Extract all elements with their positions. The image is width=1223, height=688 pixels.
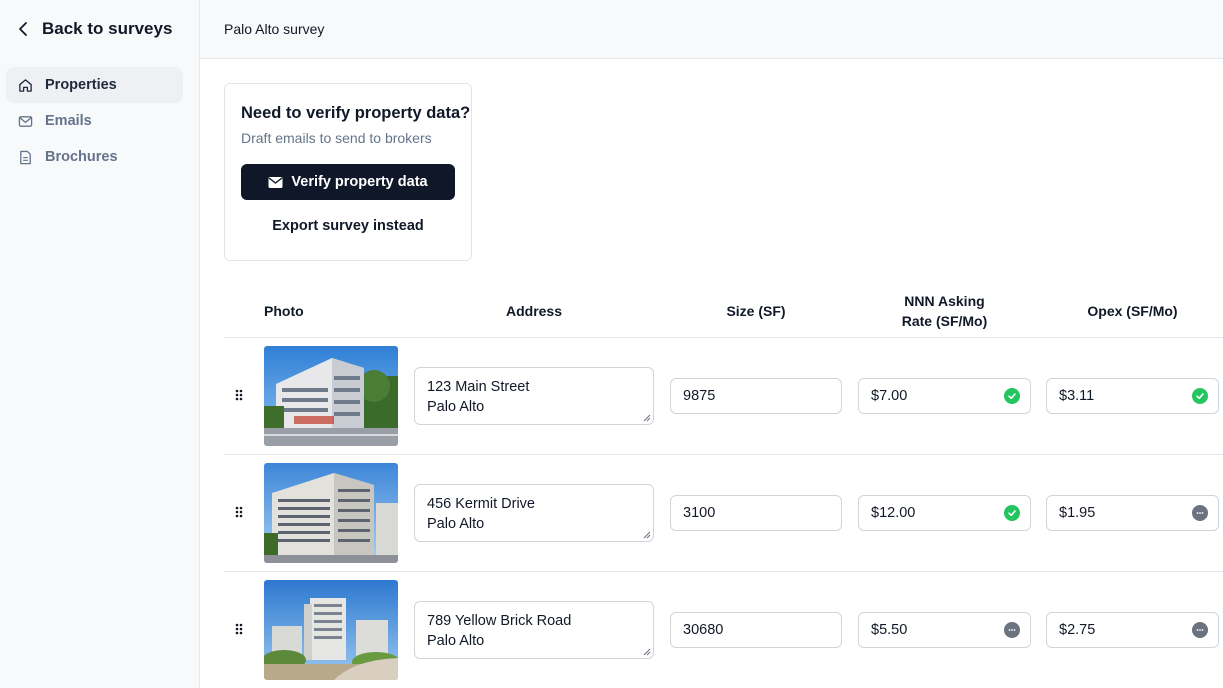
export-survey-button[interactable]: Export survey instead — [241, 218, 455, 234]
rate-input[interactable]: $5.50 — [858, 612, 1031, 648]
opex-input[interactable]: $3.11 — [1046, 378, 1219, 414]
table-row: 789 Yellow Brick Road Palo Alto 30680 $5… — [224, 572, 1223, 688]
address-textarea[interactable]: 789 Yellow Brick Road Palo Alto — [414, 601, 654, 659]
column-header-size: Size (SF) — [726, 303, 786, 319]
sidebar-item-label: Emails — [45, 113, 92, 129]
sidebar-item-brochures[interactable]: Brochures — [6, 139, 183, 175]
pending-more-icon — [1192, 505, 1208, 521]
sidebar-item-label: Brochures — [45, 149, 118, 165]
envelope-icon — [268, 176, 283, 188]
address-text: 456 Kermit Drive Palo Alto — [427, 496, 535, 532]
rate-input[interactable]: $12.00 — [858, 495, 1031, 531]
sidebar-nav: Properties Emails Brochures — [6, 67, 183, 175]
sidebar-item-emails[interactable]: Emails — [6, 103, 183, 139]
opex-input[interactable]: $2.75 — [1046, 612, 1219, 648]
opex-value: $2.75 — [1059, 622, 1096, 638]
rate-header-line1: NNN Asking — [904, 293, 985, 309]
back-to-surveys-link[interactable]: Back to surveys — [16, 18, 172, 40]
pending-more-icon — [1004, 622, 1020, 638]
card-subtitle: Draft emails to send to brokers — [241, 130, 432, 146]
main-content: Palo Alto survey Need to verify property… — [200, 0, 1223, 688]
opex-input[interactable]: $1.95 — [1046, 495, 1219, 531]
back-label: Back to surveys — [42, 19, 173, 38]
size-value: 9875 — [683, 388, 716, 404]
size-value: 3100 — [683, 505, 716, 521]
address-textarea[interactable]: 123 Main Street Palo Alto — [414, 367, 654, 425]
size-input[interactable]: 9875 — [670, 378, 842, 414]
top-bar: Palo Alto survey — [200, 0, 1223, 59]
column-header-photo: Photo — [264, 303, 304, 319]
opex-value: $3.11 — [1059, 388, 1095, 404]
resize-handle-icon[interactable] — [643, 648, 651, 656]
sidebar-item-properties[interactable]: Properties — [6, 67, 183, 103]
address-text: 123 Main Street Palo Alto — [427, 379, 530, 415]
verified-check-icon — [1004, 505, 1020, 521]
table-row: 456 Kermit Drive Palo Alto 3100 $12.00 $… — [224, 455, 1223, 572]
sidebar: Back to surveys Properties Emails Brochu… — [0, 0, 200, 688]
chevron-left-icon — [19, 22, 27, 36]
opex-value: $1.95 — [1059, 505, 1096, 521]
column-header-opex: Opex (SF/Mo) — [1087, 303, 1178, 319]
table-header: Photo Address Size (SF) NNN Asking Rate … — [224, 284, 1223, 338]
rate-input[interactable]: $7.00 — [858, 378, 1031, 414]
card-title: Need to verify property data? — [241, 104, 471, 122]
property-photo — [264, 463, 398, 563]
page-title: Palo Alto survey — [224, 21, 325, 37]
drag-handle-icon[interactable] — [234, 388, 244, 402]
address-text: 789 Yellow Brick Road Palo Alto — [427, 613, 572, 649]
pending-more-icon — [1192, 622, 1208, 638]
rate-value: $5.50 — [871, 622, 908, 638]
verify-card: Need to verify property data? Draft emai… — [224, 83, 472, 261]
rate-value: $12.00 — [871, 505, 916, 521]
rate-header-line2: Rate (SF/Mo) — [901, 313, 988, 329]
sidebar-item-label: Properties — [45, 77, 117, 93]
size-value: 30680 — [683, 622, 724, 638]
drag-handle-icon[interactable] — [234, 505, 244, 519]
verified-check-icon — [1192, 388, 1208, 404]
mail-icon — [18, 115, 33, 127]
size-input[interactable]: 3100 — [670, 495, 842, 531]
size-input[interactable]: 30680 — [670, 612, 842, 648]
verify-property-data-button[interactable]: Verify property data — [241, 164, 455, 200]
verified-check-icon — [1004, 388, 1020, 404]
resize-handle-icon[interactable] — [643, 531, 651, 539]
address-textarea[interactable]: 456 Kermit Drive Palo Alto — [414, 484, 654, 542]
verify-button-label: Verify property data — [291, 174, 428, 190]
app-window: Back to surveys Properties Emails Brochu… — [0, 0, 1223, 688]
drag-handle-icon[interactable] — [234, 622, 244, 636]
document-icon — [20, 150, 31, 164]
resize-handle-icon[interactable] — [643, 414, 651, 422]
property-photo — [264, 580, 398, 680]
rate-value: $7.00 — [871, 388, 908, 404]
column-header-rate: NNN Asking Rate (SF/Mo) — [858, 291, 1031, 331]
home-icon — [19, 78, 32, 92]
table-row: 123 Main Street Palo Alto 9875 $7.00 $3.… — [224, 338, 1223, 455]
property-photo — [264, 346, 398, 446]
column-header-address: Address — [505, 303, 563, 319]
